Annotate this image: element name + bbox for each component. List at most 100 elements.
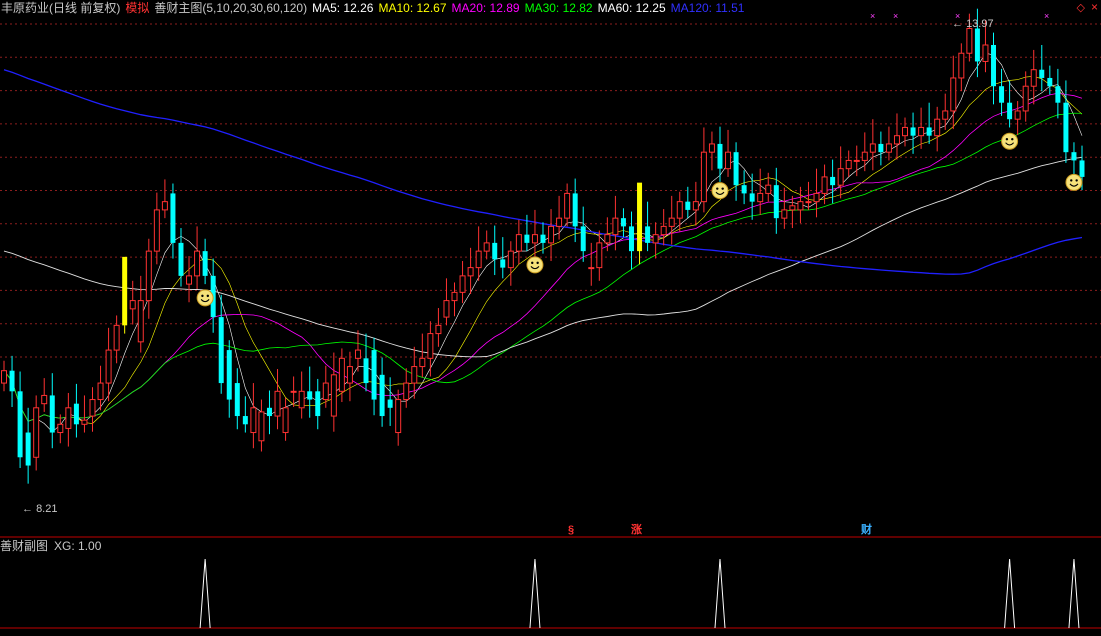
candle-down bbox=[1063, 102, 1069, 153]
candle-up bbox=[282, 407, 289, 434]
tag-zhang[interactable]: 涨 bbox=[631, 524, 642, 536]
candle-up bbox=[660, 225, 667, 236]
stock-name: 丰原药业(日线 前复权) bbox=[1, 1, 121, 15]
candle-down bbox=[25, 432, 31, 466]
candle-up bbox=[869, 143, 876, 153]
candle-up bbox=[837, 168, 844, 186]
candle-up bbox=[958, 52, 965, 79]
candle-down bbox=[387, 399, 393, 408]
xg-readout: XG: 1.00 bbox=[54, 539, 102, 553]
candle-up bbox=[789, 205, 796, 211]
candle-up bbox=[668, 217, 675, 227]
candle-down bbox=[524, 234, 530, 243]
smiley-eye bbox=[201, 294, 204, 298]
xg-spike bbox=[1068, 558, 1080, 629]
candle-up bbox=[700, 151, 707, 203]
ma5-readout: MA5: 12.26 bbox=[312, 1, 374, 15]
candle-down bbox=[1039, 69, 1045, 78]
xg-spike bbox=[714, 558, 726, 629]
candle-down bbox=[572, 193, 578, 227]
kline-chart[interactable]: × × × × bbox=[0, 0, 1101, 631]
candle-up bbox=[258, 411, 265, 442]
candle-up bbox=[531, 234, 538, 244]
candle-down bbox=[218, 317, 224, 384]
candle-down bbox=[926, 127, 932, 136]
indicator-name[interactable]: 善财主图(5,10,20,30,60,120) bbox=[154, 1, 307, 15]
candle-down bbox=[991, 44, 997, 87]
candle-up bbox=[153, 209, 160, 252]
candle-down bbox=[226, 350, 232, 400]
candle-up bbox=[1030, 69, 1037, 87]
candle-up bbox=[853, 159, 860, 162]
candle-down bbox=[315, 391, 321, 417]
smiley-eye bbox=[721, 187, 724, 190]
candle-up bbox=[934, 118, 941, 137]
tag-s[interactable]: § bbox=[568, 524, 574, 536]
candle-down bbox=[733, 152, 739, 186]
smiley-icon bbox=[196, 289, 214, 307]
candle-up bbox=[395, 399, 402, 434]
candle-up bbox=[161, 201, 168, 211]
candle-up bbox=[861, 151, 868, 161]
candle-up bbox=[129, 300, 136, 310]
candle-up bbox=[298, 390, 305, 409]
smiley-eye bbox=[716, 187, 719, 190]
smiley-icon bbox=[1001, 132, 1019, 150]
candle-up bbox=[612, 217, 619, 236]
high-price-label: ← 13.97 bbox=[952, 18, 994, 30]
ma20-readout: MA20: 12.89 bbox=[451, 1, 520, 15]
low-price-value: 8.21 bbox=[36, 503, 58, 515]
candle-up bbox=[250, 407, 257, 434]
candle-up bbox=[556, 217, 563, 227]
smiley-eye bbox=[1070, 179, 1073, 182]
x-mark-icon: × bbox=[1044, 11, 1049, 21]
candle-down bbox=[1079, 160, 1085, 177]
candle-up bbox=[137, 300, 144, 343]
candle-up bbox=[805, 201, 812, 204]
candle-down bbox=[1007, 102, 1013, 120]
ma30-readout: MA30: 12.82 bbox=[524, 1, 593, 15]
candle-down bbox=[9, 370, 15, 392]
candle-up bbox=[451, 291, 458, 302]
smiley-eye bbox=[1005, 137, 1009, 141]
tag-cai[interactable]: 财 bbox=[861, 524, 872, 536]
candle-down bbox=[379, 374, 385, 417]
candle-up bbox=[290, 390, 297, 393]
sub-header: 善财副图 XG: 1.00 bbox=[0, 539, 107, 553]
candle-up bbox=[427, 333, 434, 359]
candle-up bbox=[588, 267, 595, 270]
candle-down bbox=[1055, 86, 1061, 103]
candle-up bbox=[902, 126, 909, 137]
smiley-icon bbox=[526, 256, 544, 274]
candle-up bbox=[1022, 85, 1029, 112]
candle-up bbox=[274, 390, 281, 417]
ma120-readout: MA120: 11.51 bbox=[670, 1, 745, 15]
sub-title[interactable]: 善财副图 bbox=[0, 539, 48, 553]
candle-down bbox=[645, 226, 651, 243]
mode-label[interactable]: 模拟 bbox=[125, 1, 149, 15]
smiley-icon bbox=[711, 182, 729, 200]
candle-up bbox=[435, 324, 442, 335]
candle-down bbox=[170, 193, 176, 243]
candle-up bbox=[676, 201, 683, 219]
candle-up bbox=[483, 242, 490, 252]
candle-up bbox=[403, 382, 410, 401]
candle-up bbox=[1014, 110, 1021, 120]
smiley-eye bbox=[1011, 137, 1014, 141]
candle-up bbox=[354, 349, 361, 359]
close-icon[interactable]: × bbox=[1091, 1, 1098, 13]
candle-up bbox=[186, 275, 193, 285]
smiley-icon bbox=[1065, 173, 1083, 191]
diamond-icon[interactable]: ◇ bbox=[1077, 2, 1085, 14]
candle-down bbox=[628, 226, 634, 252]
candle-down bbox=[773, 185, 779, 219]
candle-down bbox=[242, 416, 248, 425]
candle-up bbox=[1, 370, 7, 384]
candle-up bbox=[548, 225, 555, 244]
candle-up bbox=[966, 27, 973, 54]
candle-up bbox=[330, 374, 337, 417]
candle-up bbox=[950, 77, 957, 112]
ma60-readout: MA60: 12.25 bbox=[597, 1, 666, 15]
candle-down bbox=[878, 143, 884, 153]
candle-up bbox=[467, 267, 474, 277]
